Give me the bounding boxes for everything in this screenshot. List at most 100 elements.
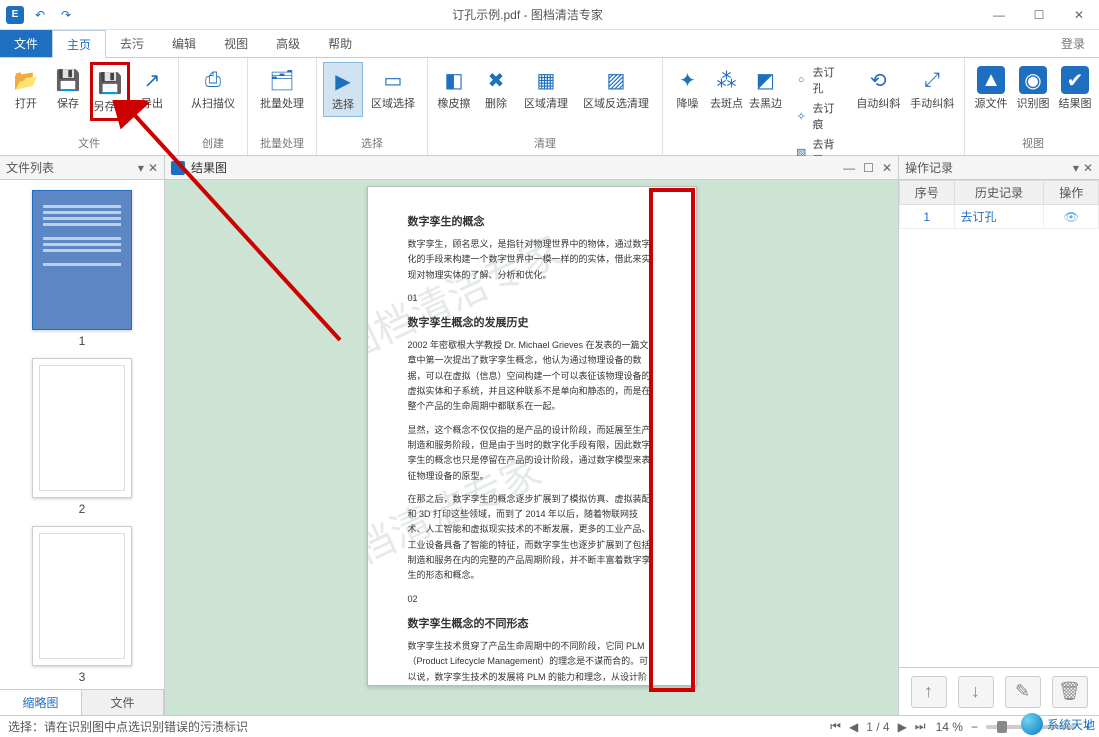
menu-tab-home[interactable]: 主页 bbox=[52, 30, 106, 58]
status-bar: 选择：请在识别图中点选识别错误的污渍标识 ⏮ ◀ 1 / 4 ▶ ⏭ 14 % … bbox=[0, 715, 1099, 737]
denoise-button[interactable]: ✦降噪 bbox=[669, 62, 706, 115]
row-history[interactable]: 去订孔 bbox=[954, 205, 1044, 229]
globe-icon bbox=[1021, 713, 1043, 735]
doc-section-num: 02 bbox=[408, 592, 656, 607]
select-button[interactable]: ▶选择 bbox=[323, 62, 363, 117]
doc-para: 显然，这个概念不仅仅指的是产品的设计阶段，而延展至生产制造和服务阶段，但是由于当… bbox=[408, 423, 656, 484]
redo-icon[interactable]: ↷ bbox=[56, 5, 76, 25]
auto-deskew-button[interactable]: ⟲自动纠斜 bbox=[852, 62, 904, 115]
save-as-button[interactable]: 💾另存为 bbox=[90, 62, 130, 121]
thumbnails-list[interactable]: 1 2 3 bbox=[0, 180, 164, 689]
prev-page-button[interactable]: ◀ bbox=[849, 720, 858, 734]
menu-tab-advanced[interactable]: 高级 bbox=[262, 30, 314, 57]
deblack-icon: ◩ bbox=[752, 66, 780, 94]
doc-window-icon bbox=[171, 161, 185, 175]
delete-icon: ✖ bbox=[482, 66, 510, 94]
manual-deskew-button[interactable]: ⤢手动纠斜 bbox=[906, 62, 958, 115]
doc-heading-2: 数字孪生概念的发展历史 bbox=[408, 314, 656, 330]
login-link[interactable]: 登录 bbox=[1047, 30, 1099, 57]
zoom-out-button[interactable]: − bbox=[971, 720, 978, 734]
ribbon-group-views: ▲源文件 ◉识别图 ✔结果图 视图 bbox=[965, 58, 1099, 155]
doc-para: 2002 年密歇根大学教授 Dr. Michael Grieves 在发表的一篇… bbox=[408, 338, 656, 414]
batch-button[interactable]: 🗂批量处理 bbox=[254, 62, 310, 115]
document-panel: 结果图 — ☐ ✕ 数字孪生的概念 数字孪生，顾名思义，是指针对物理世界中的物体… bbox=[165, 156, 899, 715]
source-view-icon: ▲ bbox=[977, 66, 1005, 94]
doc-maximize-icon[interactable]: ☐ bbox=[863, 161, 874, 175]
first-page-button[interactable]: ⏮ bbox=[830, 719, 841, 734]
recog-view-button[interactable]: ◉识别图 bbox=[1013, 62, 1053, 115]
panel-close-icon[interactable]: ✕ bbox=[148, 161, 158, 175]
recog-view-icon: ◉ bbox=[1019, 66, 1047, 94]
export-icon: ↗ bbox=[138, 66, 166, 94]
menu-tab-edit[interactable]: 编辑 bbox=[158, 30, 210, 57]
ribbon-group-select-label: 选择 bbox=[323, 133, 421, 155]
open-button[interactable]: 📂打开 bbox=[6, 62, 46, 115]
title-bar: E ↶ ↷ 订孔示例.pdf - 图档清洁专家 — ☐ ✕ bbox=[0, 0, 1099, 30]
menu-tab-help[interactable]: 帮助 bbox=[314, 30, 366, 57]
ribbon-group-select: ▶选择 ▭区域选择 选择 bbox=[317, 58, 428, 155]
area-select-button[interactable]: ▭区域选择 bbox=[365, 62, 421, 115]
thumb-2[interactable]: 2 bbox=[27, 358, 137, 516]
area-clean-button[interactable]: ▦区域清理 bbox=[518, 62, 574, 115]
undo-icon[interactable]: ↶ bbox=[30, 5, 50, 25]
tab-thumbnails[interactable]: 缩略图 bbox=[0, 690, 82, 715]
row-view-icon[interactable]: 👁 bbox=[1044, 205, 1099, 229]
thumb-1[interactable]: 1 bbox=[27, 190, 137, 348]
next-page-button[interactable]: ▶ bbox=[898, 720, 907, 734]
area-inverse-icon: ▨ bbox=[602, 66, 630, 94]
history-header: 操作记录 ▾ ✕ bbox=[899, 156, 1099, 180]
source-view-button[interactable]: ▲源文件 bbox=[971, 62, 1011, 115]
result-view-button[interactable]: ✔结果图 bbox=[1055, 62, 1095, 115]
tab-files[interactable]: 文件 bbox=[82, 690, 164, 715]
marquee-icon: ▭ bbox=[379, 66, 407, 94]
delete-button[interactable]: ✖删除 bbox=[476, 62, 516, 115]
doc-para: 在那之后，数字孪生的概念逐步扩展到了模拟仿真、虚拟装配和 3D 打印这些领域，而… bbox=[408, 492, 656, 584]
doc-minimize-icon[interactable]: — bbox=[843, 161, 855, 175]
minimize-button[interactable]: — bbox=[979, 0, 1019, 30]
deglare-button[interactable]: ✧去订痕 bbox=[790, 98, 846, 134]
file-list-header: 文件列表 ▾ ✕ bbox=[0, 156, 164, 180]
auto-deskew-icon: ⟲ bbox=[864, 66, 892, 94]
scanner-icon: ⎙ bbox=[199, 66, 227, 94]
apply-button[interactable]: ✎ bbox=[1005, 676, 1041, 708]
menu-tab-file[interactable]: 文件 bbox=[0, 30, 52, 57]
menu-tab-view[interactable]: 视图 bbox=[210, 30, 262, 57]
last-page-button[interactable]: ⏭ bbox=[915, 719, 926, 734]
ribbon-group-create-label: 创建 bbox=[185, 133, 241, 155]
history-dropdown-icon[interactable]: ▾ bbox=[1073, 161, 1079, 175]
from-scanner-button[interactable]: ⎙从扫描仪 bbox=[185, 62, 241, 115]
move-down-button[interactable]: ↓ bbox=[958, 676, 994, 708]
ribbon-group-cleanup-label: 清理 bbox=[434, 133, 656, 155]
history-close-icon[interactable]: ✕ bbox=[1083, 161, 1093, 175]
eraser-icon: ◧ bbox=[440, 66, 468, 94]
dehole-button[interactable]: ○去订孔 bbox=[790, 62, 846, 98]
save-button[interactable]: 💾保存 bbox=[48, 62, 88, 115]
maximize-button[interactable]: ☐ bbox=[1019, 0, 1059, 30]
menu-bar: 文件 主页 去污 编辑 视图 高级 帮助 登录 bbox=[0, 30, 1099, 58]
window-title: 订孔示例.pdf - 图档清洁专家 bbox=[76, 6, 979, 23]
doc-section-num: 01 bbox=[408, 291, 656, 306]
denoise-icon: ✦ bbox=[674, 66, 702, 94]
menu-tab-clean[interactable]: 去污 bbox=[106, 30, 158, 57]
app-icon: E bbox=[6, 6, 24, 24]
cursor-icon: ▶ bbox=[329, 67, 357, 95]
area-inverse-clean-button[interactable]: ▨区域反选清理 bbox=[576, 62, 656, 115]
deblack-button[interactable]: ◩去黑边 bbox=[747, 62, 784, 115]
filter-icon[interactable]: ▾ bbox=[138, 161, 144, 175]
doc-close-icon[interactable]: ✕ bbox=[882, 161, 892, 175]
close-button[interactable]: ✕ bbox=[1059, 0, 1099, 30]
export-button[interactable]: ↗导出 bbox=[132, 62, 172, 115]
col-action: 操作 bbox=[1044, 181, 1099, 205]
eraser-button[interactable]: ◧橡皮擦 bbox=[434, 62, 474, 115]
doc-viewport[interactable]: 数字孪生的概念 数字孪生，顾名思义，是指针对物理世界中的物体，通过数字化的手段来… bbox=[165, 180, 898, 715]
table-row[interactable]: 1 去订孔 👁 bbox=[900, 205, 1099, 229]
site-watermark-text: 系统天地 bbox=[1047, 716, 1095, 733]
history-toolbar: ↑ ↓ ✎ 🗑 bbox=[899, 667, 1099, 715]
result-view-icon: ✔ bbox=[1061, 66, 1089, 94]
doc-title: 结果图 bbox=[191, 159, 227, 176]
move-up-button[interactable]: ↑ bbox=[911, 676, 947, 708]
left-panel-tabs: 缩略图 文件 bbox=[0, 689, 164, 715]
despeckle-button[interactable]: ⁂去斑点 bbox=[708, 62, 745, 115]
thumb-3[interactable]: 3 bbox=[27, 526, 137, 684]
delete-history-button[interactable]: 🗑 bbox=[1052, 676, 1088, 708]
